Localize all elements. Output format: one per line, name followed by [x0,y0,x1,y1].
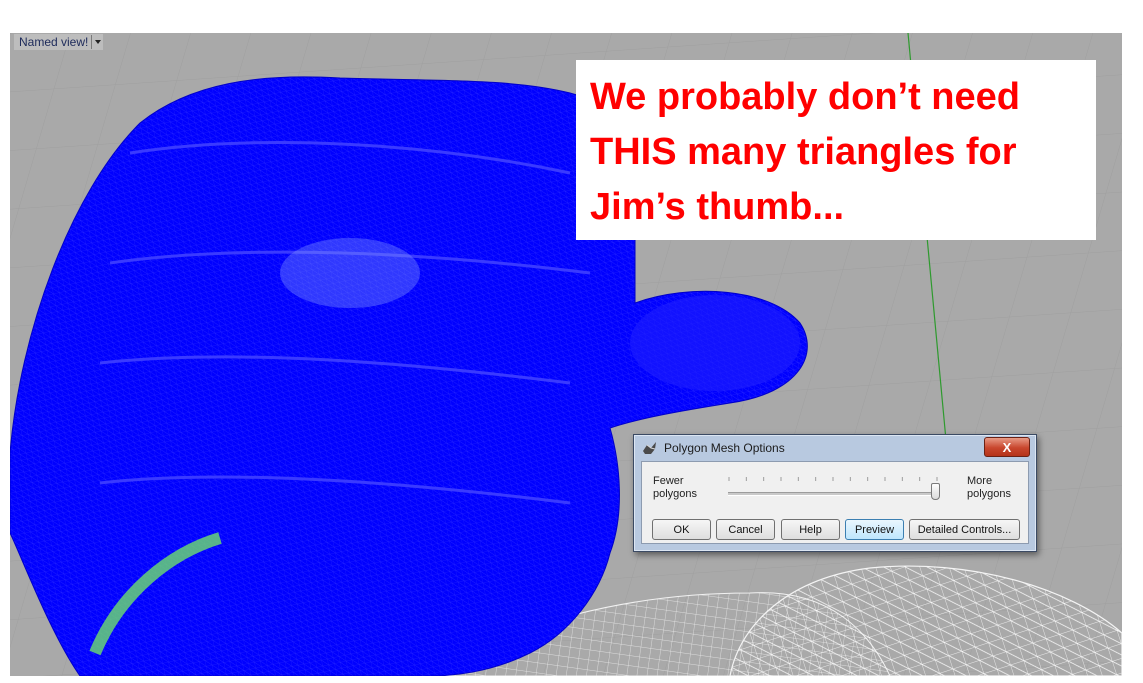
slider-min-label-line2: polygons [653,488,698,500]
preview-button[interactable]: Preview [845,519,904,540]
slider-ticks [728,477,938,481]
mesh-density-slider-track[interactable] [728,492,938,496]
slider-max-label-line2: polygons [967,488,1012,500]
slider-min-label-line1: Fewer [653,475,684,487]
slider-max-label-line1: More [967,475,993,487]
chevron-down-icon[interactable] [95,40,102,44]
close-icon: X [1002,439,1012,455]
close-button[interactable]: X [984,437,1030,457]
annotation-callout: We probably don’t need THIS many triangl… [576,60,1096,240]
callout-line-2: THIS many triangles for [590,131,1017,173]
callout-line-1: We probably don’t need [590,76,1020,118]
slider-min-label: Fewer polygons [653,475,697,501]
bottom-margin [0,676,1143,683]
help-button[interactable]: Help [781,519,840,540]
dialog-titlebar[interactable]: Polygon Mesh Options X [634,435,1036,461]
mesh-density-slider-thumb[interactable] [931,483,941,500]
detailed-controls-button[interactable]: Detailed Controls... [909,519,1020,540]
viewport-title-label: Named view! [19,35,89,49]
callout-line-3: Jim’s thumb... [590,186,845,228]
viewport-title-divider [91,35,93,49]
slider-max-label: More polygons [967,475,1011,501]
ok-button[interactable]: OK [652,519,711,540]
rhino-app-icon [643,442,656,454]
dialog-title: Polygon Mesh Options [664,441,785,455]
viewport-title-menu[interactable]: Named view! [14,34,104,50]
polygon-mesh-options-dialog[interactable]: Polygon Mesh Options X Fewer polygons Mo… [633,434,1037,552]
dialog-client-area: Fewer polygons More polygons OK Cancel H… [641,461,1029,544]
cancel-button[interactable]: Cancel [716,519,775,540]
